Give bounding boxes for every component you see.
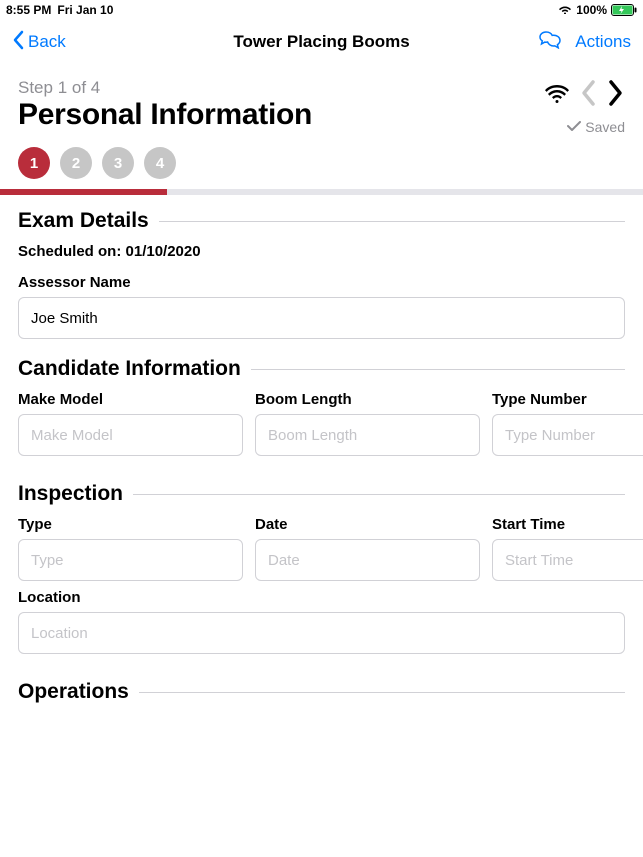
step-header: Step 1 of 4 Personal Information Saved xyxy=(0,64,643,135)
progress-fill xyxy=(0,189,167,195)
inspection-type-label: Type xyxy=(18,516,243,533)
type-number-input[interactable] xyxy=(492,414,643,456)
status-time: 8:55 PM xyxy=(6,3,51,17)
section-exam-details: Exam Details Scheduled on: 01/10/2020 As… xyxy=(0,195,643,343)
check-icon xyxy=(567,119,581,135)
inspection-date-label: Date xyxy=(255,516,480,533)
assessor-name-label: Assessor Name xyxy=(18,274,625,291)
boom-length-label: Boom Length xyxy=(255,391,480,408)
section-title-inspection: Inspection xyxy=(18,482,123,506)
wifi-icon xyxy=(558,3,572,17)
inspection-location-label: Location xyxy=(18,589,625,606)
saved-indicator: Saved xyxy=(567,119,625,135)
assessor-name-input[interactable] xyxy=(18,297,625,339)
inspection-start-time-input[interactable] xyxy=(492,539,643,581)
make-model-label: Make Model xyxy=(18,391,243,408)
prev-step-button[interactable] xyxy=(579,78,597,113)
section-operations: Operations xyxy=(0,666,643,718)
next-step-button[interactable] xyxy=(607,78,625,113)
section-inspection: Inspection Type Date Start Time End Time… xyxy=(0,468,643,666)
status-date: Fri Jan 10 xyxy=(57,3,113,17)
section-candidate-info: Candidate Information Make Model Boom Le… xyxy=(0,343,643,468)
status-bar: 8:55 PM Fri Jan 10 100% xyxy=(0,0,643,20)
inspection-location-input[interactable] xyxy=(18,612,625,654)
divider xyxy=(139,692,625,693)
actions-button[interactable]: Actions xyxy=(575,32,631,52)
step-pills: 1 2 3 4 xyxy=(0,135,643,189)
wifi-large-icon xyxy=(545,83,569,108)
comment-icon[interactable] xyxy=(539,31,561,54)
divider xyxy=(133,494,625,495)
step-pill-4[interactable]: 4 xyxy=(144,147,176,179)
back-button[interactable]: Back xyxy=(12,30,66,55)
battery-icon xyxy=(611,4,637,16)
make-model-input[interactable] xyxy=(18,414,243,456)
saved-label: Saved xyxy=(585,119,625,135)
divider xyxy=(251,369,625,370)
inspection-date-input[interactable] xyxy=(255,539,480,581)
step-pill-3[interactable]: 3 xyxy=(102,147,134,179)
divider xyxy=(159,221,625,222)
boom-length-input[interactable] xyxy=(255,414,480,456)
page-nav-title: Tower Placing Booms xyxy=(233,32,409,52)
progress-rest xyxy=(167,189,643,195)
step-pill-1[interactable]: 1 xyxy=(18,147,50,179)
nav-bar: Back Tower Placing Booms Actions xyxy=(0,20,643,64)
back-label: Back xyxy=(28,32,66,52)
scheduled-on-label: Scheduled on: 01/10/2020 xyxy=(18,243,625,260)
battery-label: 100% xyxy=(576,3,607,17)
step-label: Step 1 of 4 xyxy=(18,78,545,98)
page-title: Personal Information xyxy=(18,98,545,132)
section-title-operations: Operations xyxy=(18,680,129,704)
inspection-start-time-label: Start Time xyxy=(492,516,643,533)
type-number-label: Type Number xyxy=(492,391,643,408)
section-title-candidate: Candidate Information xyxy=(18,357,241,381)
progress-bar xyxy=(0,189,643,195)
nav-actions: Actions xyxy=(539,31,631,54)
section-title-exam: Exam Details xyxy=(18,209,149,233)
inspection-type-input[interactable] xyxy=(18,539,243,581)
step-pill-2[interactable]: 2 xyxy=(60,147,92,179)
chevron-left-icon xyxy=(12,30,24,55)
